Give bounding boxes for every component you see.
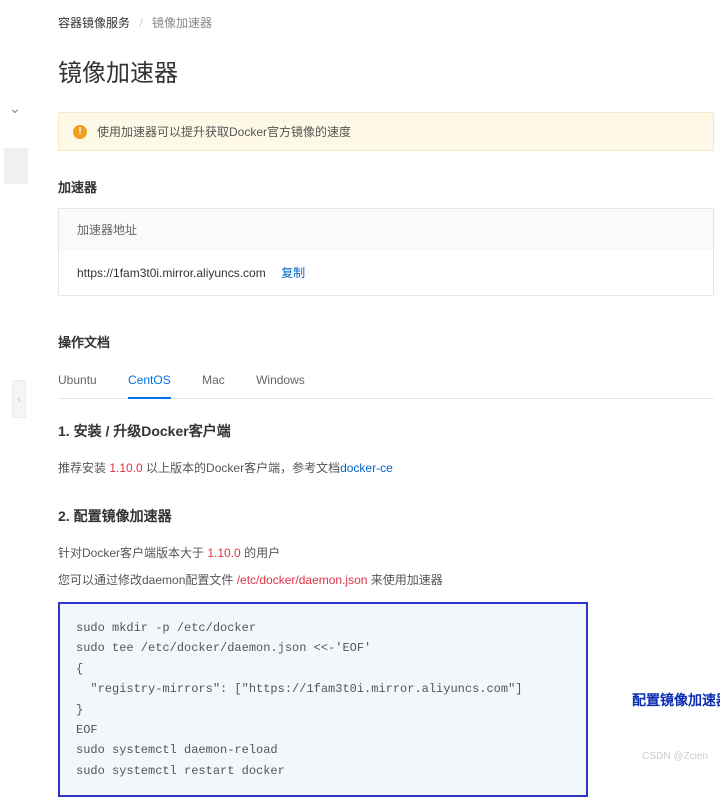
breadcrumb: 容器镜像服务 / 镜像加速器 — [58, 14, 714, 31]
step2-line1-suffix: 的用户 — [241, 546, 280, 560]
step1-desc-prefix: 推荐安装 — [58, 461, 109, 475]
step2-line1-prefix: 针对Docker客户端版本大于 — [58, 546, 207, 560]
accelerator-section-title: 加速器 — [58, 177, 714, 196]
breadcrumb-separator: / — [139, 16, 142, 30]
step2-version: 1.10.0 — [207, 546, 240, 560]
sidebar-collapse-handle[interactable]: ‹ — [12, 380, 26, 418]
breadcrumb-root[interactable]: 容器镜像服务 — [58, 16, 130, 30]
tab-centos[interactable]: CentOS — [128, 363, 171, 399]
step2-line2: 您可以通过修改daemon配置文件 /etc/docker/daemon.jso… — [58, 571, 714, 588]
copy-button[interactable]: 复制 — [281, 266, 305, 280]
tab-mac[interactable]: Mac — [202, 363, 225, 397]
step2-line1: 针对Docker客户端版本大于 1.10.0 的用户 — [58, 544, 714, 561]
step2-line2-prefix: 您可以通过修改daemon配置文件 — [58, 573, 237, 587]
watermark: CSDN @Zcien — [642, 751, 708, 762]
page-title: 镜像加速器 — [58, 53, 714, 88]
sidebar-tab-active[interactable] — [4, 148, 28, 184]
accelerator-url: https://1fam3t0i.mirror.aliyuncs.com — [77, 266, 266, 280]
accelerator-address-body: https://1fam3t0i.mirror.aliyuncs.com 复制 — [59, 250, 713, 295]
tab-ubuntu[interactable]: Ubuntu — [58, 363, 97, 397]
info-alert: ! 使用加速器可以提升获取Docker官方镜像的速度 — [58, 112, 714, 151]
step1-title: 1. 安装 / 升级Docker客户端 — [58, 421, 714, 441]
chevron-down-icon[interactable]: ⌄ — [0, 100, 30, 117]
info-icon: ! — [73, 125, 87, 139]
docs-tabs: Ubuntu CentOS Mac Windows — [58, 363, 714, 399]
main-content: 容器镜像服务 / 镜像加速器 镜像加速器 ! 使用加速器可以提升获取Docker… — [58, 0, 720, 797]
step2-title: 2. 配置镜像加速器 — [58, 506, 714, 526]
code-side-label: 配置镜像加速器 — [632, 690, 720, 710]
step1-version: 1.10.0 — [109, 461, 142, 475]
accelerator-address-box: 加速器地址 https://1fam3t0i.mirror.aliyuncs.c… — [58, 208, 714, 296]
step1-desc-mid: 以上版本的Docker客户端，参考文档 — [143, 461, 340, 475]
left-rail: ⌄ ⌃ ‹ — [0, 0, 30, 768]
breadcrumb-current: 镜像加速器 — [152, 16, 212, 30]
tab-windows[interactable]: Windows — [256, 363, 305, 397]
docker-ce-link[interactable]: docker-ce — [340, 461, 393, 475]
step1-desc: 推荐安装 1.10.0 以上版本的Docker客户端，参考文档docker-ce — [58, 459, 714, 476]
daemon-json-path: /etc/docker/daemon.json — [237, 573, 368, 587]
accelerator-address-header: 加速器地址 — [59, 209, 713, 250]
step2-line2-suffix: 来使用加速器 — [367, 573, 442, 587]
alert-text: 使用加速器可以提升获取Docker官方镜像的速度 — [97, 123, 351, 140]
docs-section-title: 操作文档 — [58, 332, 714, 351]
